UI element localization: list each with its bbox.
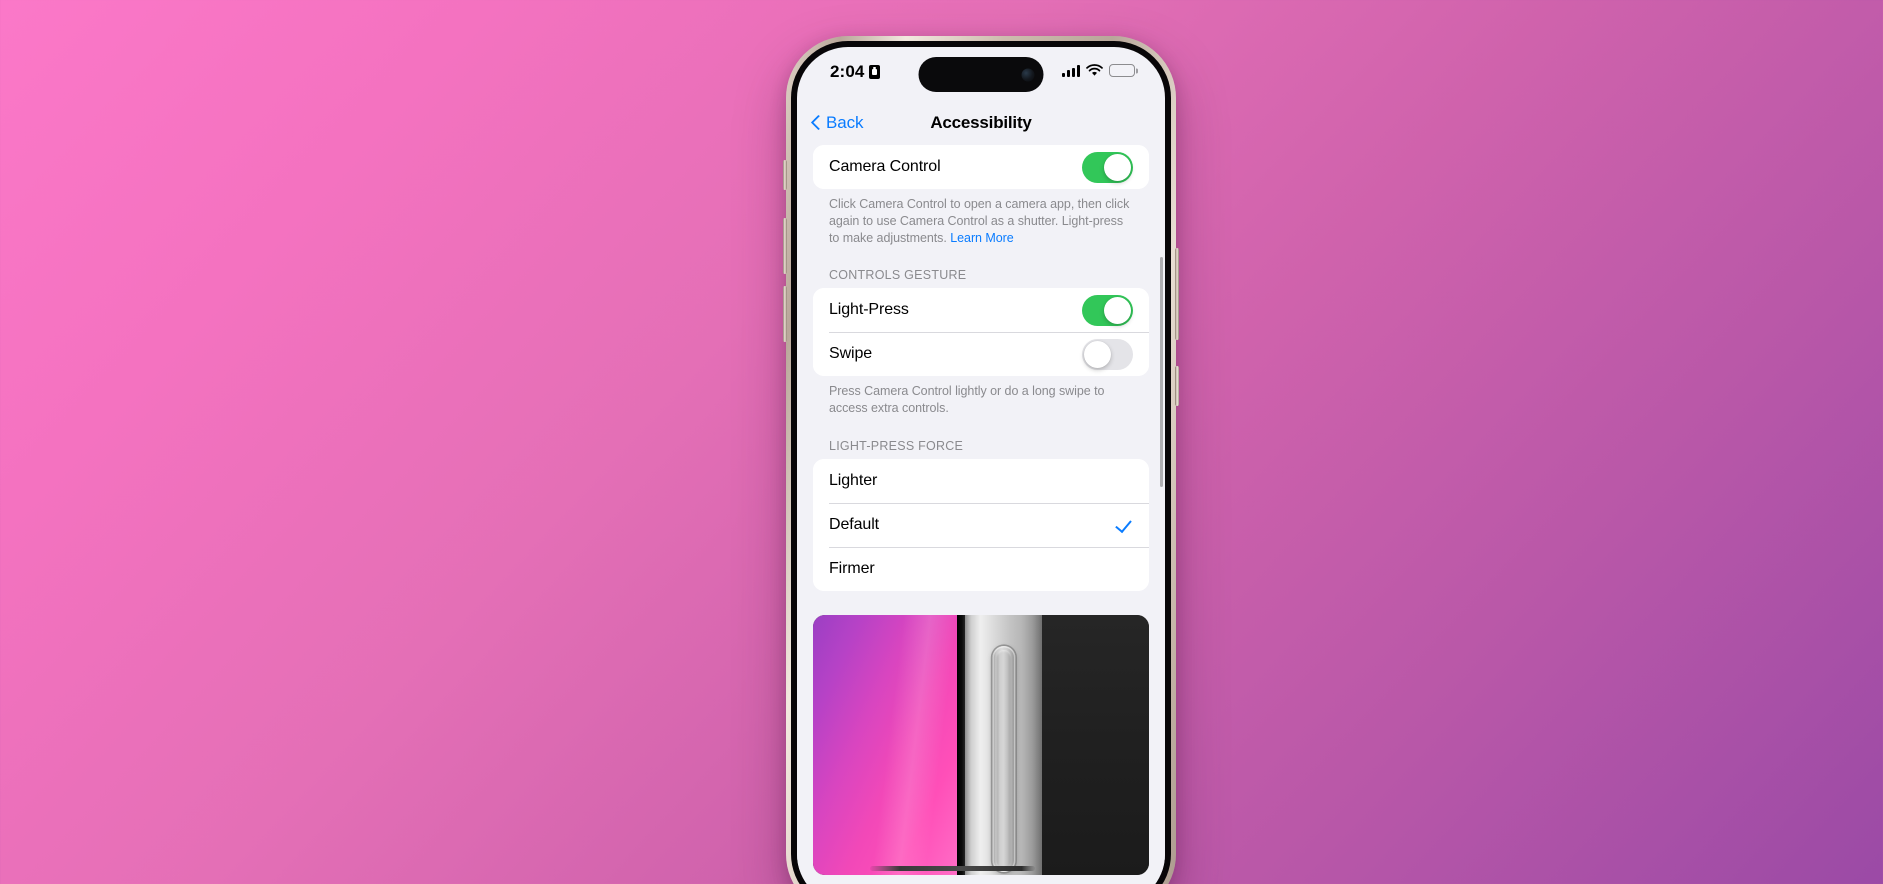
photo-camera-control-button-surface [996, 649, 1012, 869]
settings-scroll-view[interactable]: Camera Control Click Camera Control to o… [797, 145, 1165, 884]
camera-control-group: Camera Control [813, 145, 1149, 189]
action-button[interactable] [783, 160, 787, 190]
battery-icon [1109, 64, 1135, 77]
phone-screen: 2:04 Back Accessibility Camera Control C… [797, 47, 1165, 884]
status-bar-indicators [1062, 64, 1135, 77]
light-press-force-group: Lighter Default Firmer [813, 458, 1149, 591]
camera-control-hardware-button[interactable] [1175, 366, 1179, 406]
camera-control-footer: Click Camera Control to open a camera ap… [797, 189, 1165, 246]
row-firmer[interactable]: Firmer [813, 546, 1149, 591]
row-label-default: Default [829, 515, 879, 533]
row-label-camera-control: Camera Control [829, 158, 941, 175]
volume-down-button[interactable] [783, 286, 787, 342]
controls-gesture-footer: Press Camera Control lightly or do a lon… [829, 384, 1105, 415]
iphone-device: 2:04 Back Accessibility Camera Control C… [783, 36, 1179, 884]
row-label-firmer: Firmer [829, 559, 875, 577]
navigation-bar: Back Accessibility [797, 101, 1165, 145]
status-bar-time: 2:04 [830, 62, 865, 81]
scroll-indicator[interactable] [1159, 257, 1163, 487]
cellular-bars-icon [1062, 64, 1080, 77]
row-swipe[interactable]: Swipe [813, 332, 1149, 377]
page-title: Accessibility [930, 113, 1032, 132]
learn-more-link[interactable]: Learn More [950, 231, 1013, 245]
photo-bezel-gap [957, 614, 966, 875]
toggle-swipe[interactable] [1082, 338, 1133, 370]
volume-up-button[interactable] [783, 218, 787, 274]
toggle-knob [1104, 296, 1131, 324]
photo-camera-control-button [992, 645, 1016, 873]
toggle-knob [1084, 340, 1111, 368]
battery-lock-icon [869, 65, 881, 79]
row-camera-control[interactable]: Camera Control [813, 145, 1149, 189]
section-header-light-press-force: LIGHT-PRESS FORCE [829, 438, 964, 453]
row-label-light-press: Light-Press [829, 301, 909, 319]
checkmark-icon [1117, 517, 1133, 533]
wifi-icon [1086, 64, 1103, 76]
controls-gesture-group: Light-Press Swipe [813, 288, 1149, 377]
status-bar-time-group: 2:04 [830, 62, 881, 82]
side-power-button[interactable] [1175, 248, 1179, 340]
row-label-swipe: Swipe [829, 345, 873, 363]
section-header-controls-gesture: CONTROLS GESTURE [829, 268, 967, 283]
photo-phone-back [1042, 614, 1149, 875]
front-camera-icon [1021, 68, 1035, 81]
photo-titanium-rail [965, 614, 1043, 875]
photo-bottom-lip [870, 865, 1035, 871]
dynamic-island[interactable] [918, 57, 1044, 92]
status-bar: 2:04 [797, 47, 1165, 101]
toggle-knob [1104, 153, 1131, 181]
camera-control-button-photo [813, 614, 1149, 875]
row-lighter[interactable]: Lighter [813, 458, 1149, 503]
toggle-light-press[interactable] [1082, 294, 1133, 326]
row-default[interactable]: Default [813, 502, 1149, 547]
toggle-camera-control[interactable] [1082, 151, 1133, 183]
row-label-lighter: Lighter [829, 471, 878, 489]
row-light-press[interactable]: Light-Press [813, 288, 1149, 333]
